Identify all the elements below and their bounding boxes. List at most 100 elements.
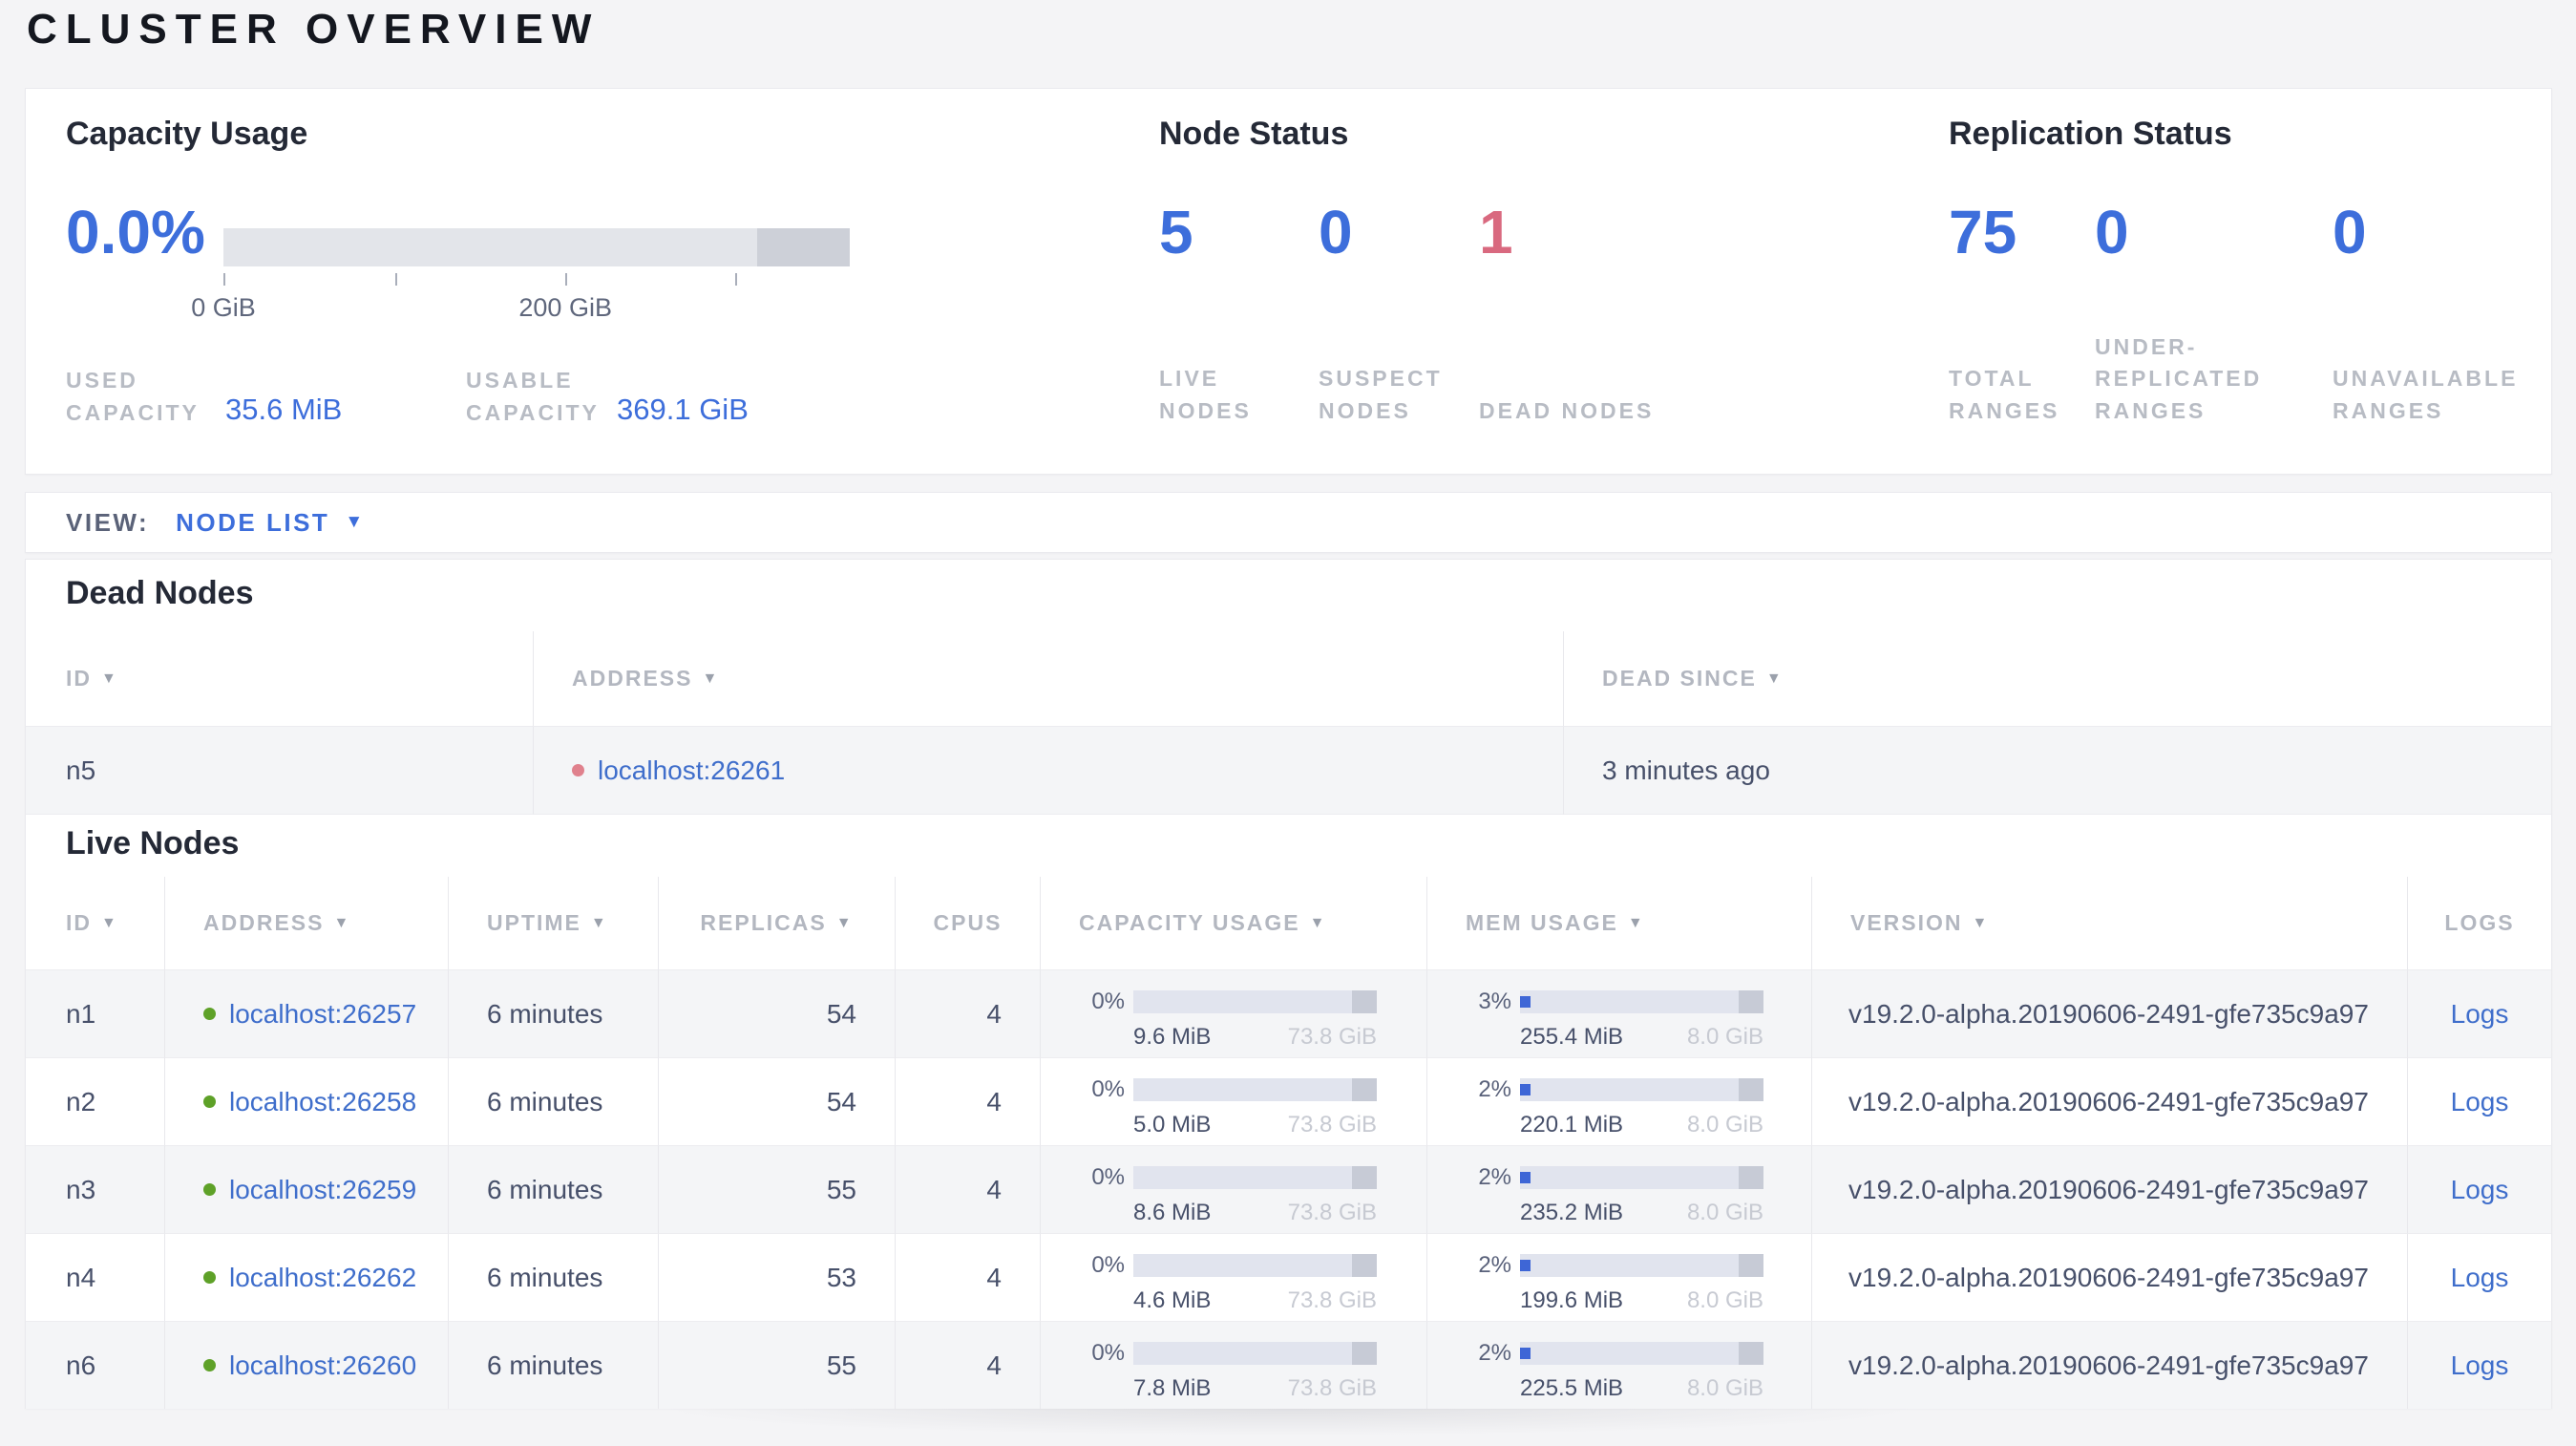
node-address-link[interactable]: localhost:26260 — [229, 1350, 416, 1381]
sort-arrow-icon: ▼ — [1972, 914, 1990, 931]
view-label: VIEW: — [66, 507, 150, 537]
node-mem-usage-cell: 2% 220.1 MiB 8.0 GiB — [1427, 1058, 1812, 1146]
dead-nodes-table-header: ID ▼ ADDRESS ▼ DEAD SINCE ▼ — [26, 631, 2551, 727]
node-address-link[interactable]: localhost:26257 — [229, 999, 416, 1030]
capacity-percent-label: 0% — [1091, 989, 1125, 1014]
mem-total-value: 8.0 GiB — [1686, 1200, 1763, 1225]
node-address-cell: localhost:26260 — [165, 1322, 449, 1409]
sort-arrow-icon: ▼ — [702, 670, 720, 687]
node-id: n2 — [26, 1058, 165, 1146]
logs-link[interactable]: Logs — [2451, 1350, 2509, 1381]
live-status-dot-icon — [203, 1359, 216, 1372]
live-nodes-label: LIVE NODES — [1159, 366, 1252, 423]
under-replicated-ranges-label: UNDER-REPLICATED RANGES — [2095, 333, 2263, 423]
dead-status-dot-icon — [572, 764, 584, 776]
axis-tick-icon — [223, 273, 225, 286]
capacity-used-value: 5.0 MiB — [1133, 1112, 1212, 1138]
dead-nodes-stat: 1 DEAD NODES — [1479, 89, 1923, 474]
capacity-bar: 0 GiB 200 GiB — [191, 228, 850, 328]
node-address-link[interactable]: localhost:26258 — [229, 1087, 416, 1117]
node-mem-usage-cell: 2% 225.5 MiB 8.0 GiB — [1427, 1322, 1812, 1409]
live-col-version[interactable]: VERSION ▼ — [1812, 877, 2408, 970]
dead-node-id: n5 — [26, 727, 534, 815]
node-address-cell: localhost:26259 — [165, 1146, 449, 1234]
sort-arrow-icon: ▼ — [1309, 914, 1327, 931]
live-col-id[interactable]: ID ▼ — [26, 877, 165, 970]
logs-link[interactable]: Logs — [2451, 999, 2509, 1030]
mem-bar-dark-segment — [1739, 1078, 1763, 1101]
node-version: v19.2.0-alpha.20190606-2491-gfe735c9a97 — [1812, 1058, 2408, 1146]
node-uptime: 6 minutes — [449, 1058, 659, 1146]
live-col-replicas[interactable]: REPLICAS ▼ — [659, 877, 896, 970]
mem-used-value: 235.2 MiB — [1520, 1200, 1624, 1225]
live-status-dot-icon — [203, 1183, 216, 1196]
node-capacity-usage-cell: 0% 8.6 MiB 73.8 GiB — [1041, 1146, 1427, 1234]
dead-col-address-label: ADDRESS — [572, 666, 693, 691]
live-col-address[interactable]: ADDRESS ▼ — [165, 877, 449, 970]
table-row: n2 localhost:26258 6 minutes 54 4 0% 5.0… — [26, 1058, 2551, 1146]
dead-col-address[interactable]: ADDRESS ▼ — [534, 631, 1564, 727]
dead-col-dead-since[interactable]: DEAD SINCE ▼ — [1564, 631, 2551, 727]
dead-nodes-label: DEAD NODES — [1479, 397, 1655, 423]
node-version: v19.2.0-alpha.20190606-2491-gfe735c9a97 — [1812, 1322, 2408, 1409]
live-col-capacity-usage[interactable]: CAPACITY USAGE ▼ — [1041, 877, 1427, 970]
dead-col-id[interactable]: ID ▼ — [26, 631, 534, 727]
live-col-replicas-label: REPLICAS — [700, 910, 827, 935]
mem-bar-fill — [1520, 1084, 1531, 1095]
live-status-dot-icon — [203, 1271, 216, 1284]
node-logs-cell: Logs — [2408, 1322, 2551, 1409]
total-ranges-stat: 75 TOTAL RANGES — [1949, 89, 2095, 474]
axis-tick-icon — [734, 273, 737, 286]
capacity-usage-bar — [1133, 1078, 1377, 1101]
node-cpus: 4 — [896, 1058, 1041, 1146]
node-logs-cell: Logs — [2408, 1058, 2551, 1146]
capacity-total-value: 73.8 GiB — [1287, 1112, 1377, 1138]
capacity-usage-bar — [1133, 1166, 1377, 1189]
mem-percent-label: 2% — [1478, 1340, 1511, 1366]
cluster-summary-card: Capacity Usage 0.0% 0 GiB 200 GiB USED CA… — [25, 88, 2552, 475]
mem-percent-label: 2% — [1478, 1164, 1511, 1190]
table-row: n3 localhost:26259 6 minutes 55 4 0% 8.6… — [26, 1146, 2551, 1234]
total-ranges-label: TOTAL RANGES — [1949, 366, 2060, 423]
logs-link[interactable]: Logs — [2451, 1175, 2509, 1205]
capacity-usage-heading: Capacity Usage — [66, 116, 308, 152]
node-mem-usage-cell: 2% 199.6 MiB 8.0 GiB — [1427, 1234, 1812, 1322]
mem-percent-label: 3% — [1478, 989, 1511, 1014]
sort-arrow-icon: ▼ — [590, 914, 608, 931]
axis-tick-icon — [565, 273, 568, 286]
node-cpus: 4 — [896, 1234, 1041, 1322]
live-nodes-table-body: n1 localhost:26257 6 minutes 54 4 0% 9.6… — [26, 970, 2551, 1409]
logs-link[interactable]: Logs — [2451, 1263, 2509, 1293]
page-bottom-shadow — [411, 1409, 2167, 1446]
capacity-percent-label: 0% — [1091, 1340, 1125, 1366]
axis-tick-label: 200 GiB — [518, 293, 612, 322]
replication-status-section: Replication Status 75 TOTAL RANGES 0 UND… — [1949, 89, 2541, 474]
capacity-total-value: 73.8 GiB — [1287, 1287, 1377, 1313]
dead-node-address-link[interactable]: localhost:26261 — [598, 755, 785, 786]
mem-bar-fill — [1520, 1348, 1531, 1359]
mem-usage-bar — [1520, 1254, 1763, 1277]
live-col-cpus-label: CPUS — [933, 910, 1003, 935]
capacity-usage-bar — [1133, 990, 1377, 1013]
usable-capacity-label: USABLE CAPACITY — [466, 368, 600, 425]
node-uptime: 6 minutes — [449, 1322, 659, 1409]
logs-link[interactable]: Logs — [2451, 1087, 2509, 1117]
node-logs-cell: Logs — [2408, 970, 2551, 1058]
capacity-bar-dark-segment — [1352, 1078, 1377, 1101]
node-address-link[interactable]: localhost:26262 — [229, 1263, 416, 1293]
view-selector-dropdown[interactable]: NODE LIST ▼ — [176, 508, 363, 538]
table-row: n1 localhost:26257 6 minutes 54 4 0% 9.6… — [26, 970, 2551, 1058]
under-replicated-ranges-count: 0 — [2095, 198, 2129, 266]
live-col-uptime[interactable]: UPTIME ▼ — [449, 877, 659, 970]
node-id: n6 — [26, 1322, 165, 1409]
mem-used-value: 199.6 MiB — [1520, 1287, 1624, 1313]
node-version: v19.2.0-alpha.20190606-2491-gfe735c9a97 — [1812, 1234, 2408, 1322]
sort-arrow-icon: ▼ — [101, 914, 118, 931]
sort-arrow-icon: ▼ — [333, 914, 351, 931]
capacity-percent-label: 0% — [1091, 1252, 1125, 1278]
live-col-mem-usage[interactable]: MEM USAGE ▼ — [1427, 877, 1812, 970]
node-address-link[interactable]: localhost:26259 — [229, 1175, 416, 1205]
dead-node-dead-since: 3 minutes ago — [1564, 727, 2551, 815]
live-nodes-heading: Live Nodes — [66, 825, 240, 861]
view-bar: VIEW: NODE LIST ▼ — [25, 492, 2552, 553]
